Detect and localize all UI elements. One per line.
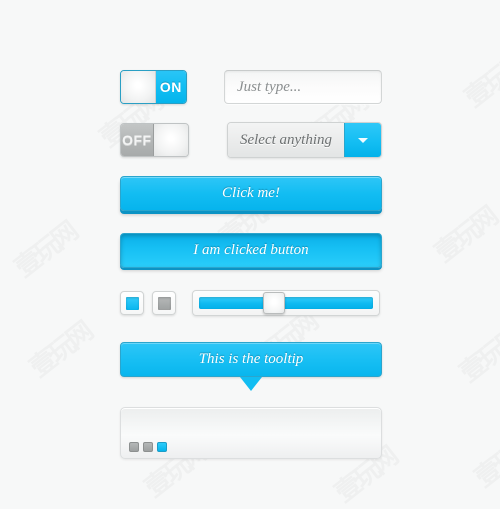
checkbox-unchecked[interactable]: [152, 291, 176, 315]
watermark-text: 壹玩网: [469, 427, 500, 494]
toggle-knob[interactable]: [152, 124, 188, 156]
content-panel: [120, 407, 382, 459]
range-slider[interactable]: [192, 290, 380, 316]
watermark-text: 壹玩网: [454, 322, 500, 389]
row-toggle-off-and-select: OFF Select anything: [120, 122, 382, 158]
tooltip-box: This is the tooltip: [120, 342, 382, 377]
slider-handle[interactable]: [263, 292, 286, 314]
row-primary-button: Click me!: [120, 176, 382, 211]
watermark-text: 壹玩网: [459, 47, 500, 114]
pagination-dot-2[interactable]: [143, 442, 153, 452]
pagination-dot-3[interactable]: [157, 442, 167, 452]
row-checkboxes-and-slider: [120, 290, 382, 316]
watermark-text: 壹玩网: [9, 217, 83, 284]
toggle-knob[interactable]: [121, 71, 156, 103]
watermark-text: 壹玩网: [24, 317, 98, 384]
chevron-down-icon: [358, 137, 368, 143]
select-dropdown[interactable]: Select anything: [226, 122, 382, 158]
slider-track: [199, 297, 373, 309]
toggle-switch-off[interactable]: OFF: [120, 123, 189, 157]
pagination-dots: [129, 442, 167, 452]
toggle-switch-on[interactable]: ON: [120, 70, 187, 104]
select-toggle-button[interactable]: [344, 123, 381, 157]
checkbox-empty-icon: [157, 296, 171, 310]
checkbox-checked[interactable]: [120, 291, 144, 315]
checkbox-check-icon: [125, 296, 139, 310]
row-tooltip: This is the tooltip: [120, 342, 382, 391]
row-panel: [120, 407, 382, 459]
tooltip-arrow-icon: [240, 377, 262, 391]
select-selected-value: Select anything: [227, 123, 344, 157]
row-toggle-on-and-input: ON: [120, 70, 382, 104]
click-me-button[interactable]: Click me!: [120, 176, 382, 211]
row-clicked-button: I am clicked button: [120, 233, 382, 268]
toggle-on-label: ON: [156, 71, 186, 103]
toggle-off-label: OFF: [121, 124, 153, 156]
pagination-dot-1[interactable]: [129, 442, 139, 452]
clicked-state-button[interactable]: I am clicked button: [120, 233, 382, 268]
ui-kit-container: ON OFF Select anything Click me! I am cl…: [120, 70, 382, 459]
search-input[interactable]: [224, 70, 382, 104]
watermark-text: 壹玩网: [429, 202, 500, 269]
